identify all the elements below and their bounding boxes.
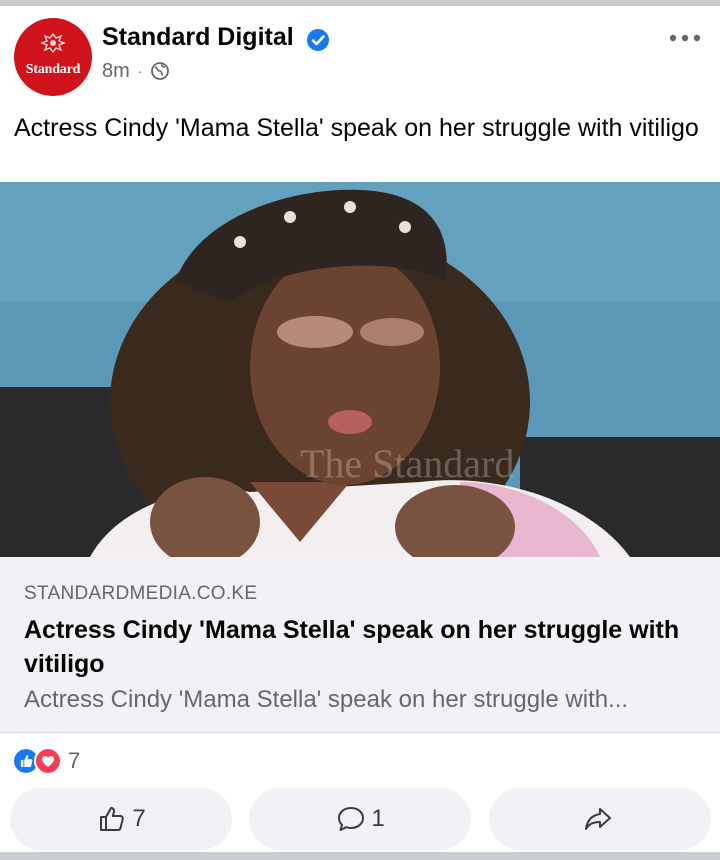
link-preview[interactable]: STANDARDMEDIA.CO.KE Actress Cindy 'Mama … (0, 557, 720, 733)
reaction-summary[interactable]: 7 (12, 746, 80, 776)
feed-post: Standard Standard Digital 8m · Actress C… (0, 6, 720, 852)
link-description: Actress Cindy 'Mama Stella' speak on her… (24, 686, 629, 713)
post-caption: Actress Cindy 'Mama Stella' speak on her… (14, 114, 699, 142)
comment-count: 1 (371, 805, 385, 832)
action-bar: 7 1 (0, 788, 720, 852)
like-button[interactable]: 7 (10, 788, 232, 850)
share-icon (585, 808, 611, 830)
comment-button[interactable]: 1 (249, 788, 471, 850)
image-watermark: The Standard (300, 441, 514, 486)
feed-divider-bottom (0, 852, 720, 860)
globe-icon (151, 62, 170, 80)
thumbs-up-icon (100, 807, 125, 831)
link-domain: STANDARDMEDIA.CO.KE (24, 583, 258, 604)
like-count: 7 (132, 805, 146, 832)
avatar-brand-text: Standard (25, 62, 81, 77)
comment-icon (338, 807, 365, 831)
page-avatar[interactable]: Standard (14, 18, 92, 96)
reaction-count: 7 (68, 748, 81, 773)
post-timestamp[interactable]: 8m (102, 60, 130, 83)
more-options-icon[interactable] (668, 30, 702, 46)
meta-separator: · (137, 63, 143, 79)
share-button[interactable] (489, 788, 711, 850)
page-name[interactable]: Standard Digital (102, 23, 294, 52)
standard-crest-icon (40, 32, 66, 54)
link-title[interactable]: Actress Cindy 'Mama Stella' speak on her… (24, 613, 704, 681)
post-meta: 8m · (102, 58, 170, 84)
love-reaction-icon (34, 747, 62, 775)
verified-badge-icon (307, 29, 329, 51)
post-image[interactable]: The Standard (0, 182, 720, 557)
